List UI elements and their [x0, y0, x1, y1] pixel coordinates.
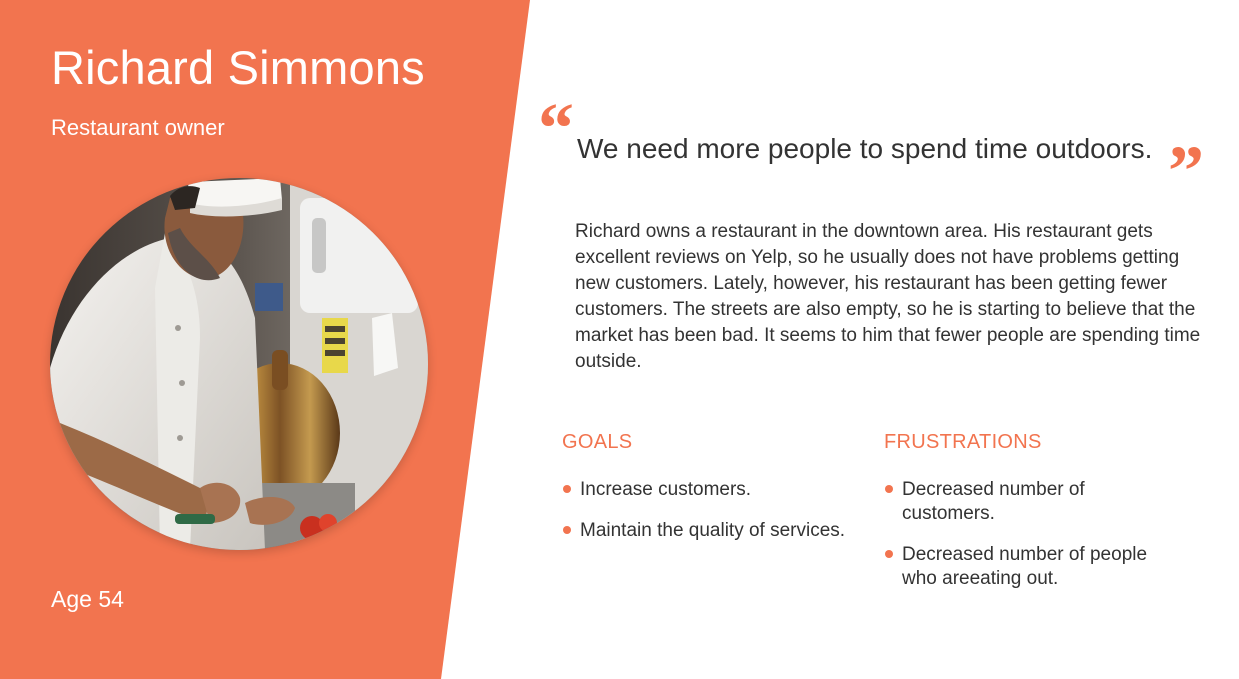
bullet-dot-icon: [885, 485, 893, 493]
goals-section: GOALS Increase customers. Maintain the q…: [562, 428, 872, 560]
goal-item-text: Maintain the quality of services.: [580, 520, 846, 541]
goal-item: Increase customers.: [562, 478, 872, 502]
bullet-dot-icon: [563, 485, 571, 493]
persona-quote: We need more people to spend time outdoo…: [577, 133, 1153, 164]
bullet-dot-icon: [563, 526, 571, 534]
persona-role: Restaurant owner: [51, 115, 225, 140]
frustration-item: Decreased number of people who areeating…: [884, 543, 1182, 591]
frustrations-list: Decreased number of customers. Decreased…: [884, 478, 1204, 591]
goals-heading: GOALS: [562, 431, 633, 453]
persona-age: Age 54: [51, 586, 124, 612]
persona-name: Richard Simmons: [51, 41, 425, 94]
goals-list: Increase customers. Maintain the quality…: [562, 478, 872, 543]
frustration-item: Decreased number of customers.: [884, 478, 1182, 526]
close-quote-icon: ”: [1168, 131, 1204, 211]
frustration-item-text: Decreased number of customers.: [902, 479, 1085, 524]
bullet-dot-icon: [885, 550, 893, 558]
frustrations-section: FRUSTRATIONS Decreased number of custome…: [884, 428, 1204, 608]
frustrations-heading: FRUSTRATIONS: [884, 431, 1042, 453]
goal-item: Maintain the quality of services.: [562, 519, 872, 543]
open-quote-icon: “: [538, 88, 574, 168]
goal-item-text: Increase customers.: [580, 479, 752, 500]
chef-portrait-photo: [50, 178, 428, 550]
frustration-item-text: Decreased number of people who areeating…: [902, 544, 1148, 589]
persona-bio: Richard owns a restaurant in the downtow…: [575, 221, 1201, 372]
persona-photo: [50, 178, 428, 550]
